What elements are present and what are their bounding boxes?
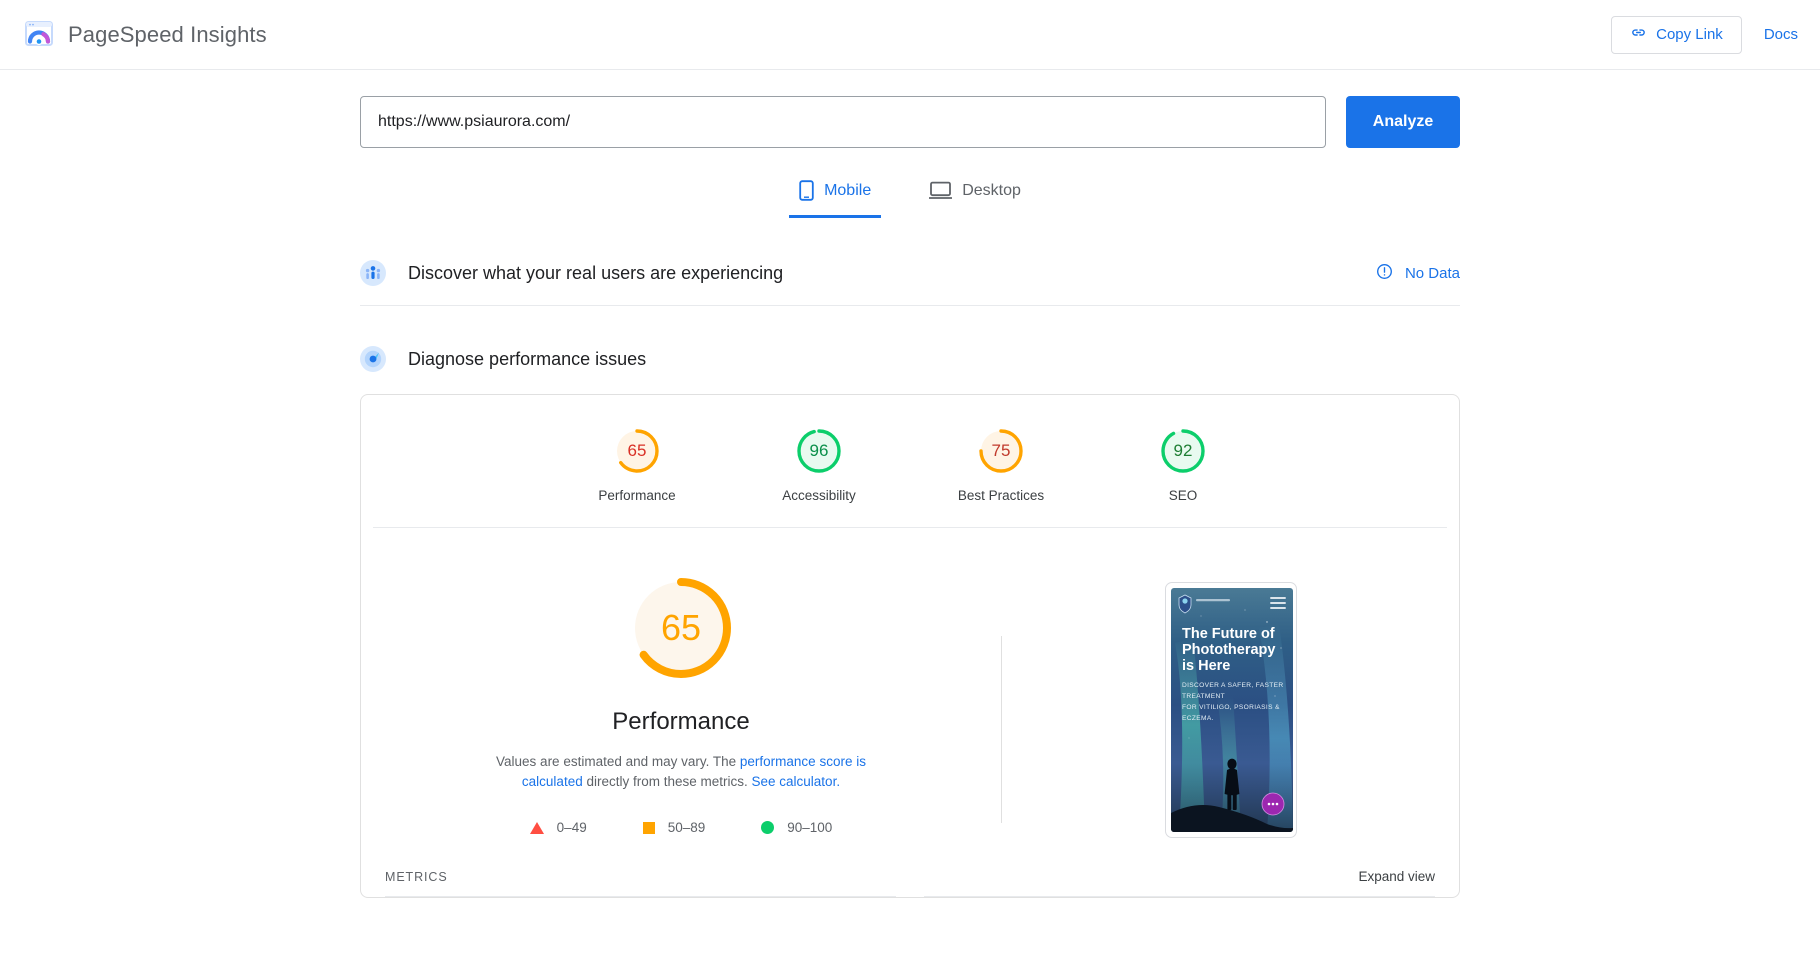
see-calculator-link[interactable]: See calculator. — [752, 774, 841, 789]
url-input[interactable] — [360, 96, 1326, 148]
metrics-header-row: METRICS Expand view — [361, 843, 1459, 896]
metrics-divider-left — [385, 896, 896, 897]
app-header: PageSpeed Insights Copy Link Docs — [0, 0, 1820, 70]
gauge-value-best-practices: 75 — [991, 441, 1011, 460]
gauge-label-performance: Performance — [598, 488, 676, 503]
performance-heading: Performance — [612, 708, 750, 735]
metrics-divider-row — [361, 896, 1459, 897]
docs-link[interactable]: Docs — [1764, 26, 1798, 43]
legend-label-poor: 0–49 — [556, 820, 587, 835]
gauge-value-accessibility: 96 — [809, 441, 829, 460]
svg-text:FOR VITILIGO, PSORIASIS &: FOR VITILIGO, PSORIASIS & — [1182, 704, 1280, 711]
content-container: Analyze Mobile — [360, 70, 1460, 898]
svg-text:TREATMENT: TREATMENT — [1182, 693, 1225, 700]
copy-link-label: Copy Link — [1656, 26, 1723, 43]
square-marker-icon — [642, 821, 655, 834]
analyze-button[interactable]: Analyze — [1346, 96, 1460, 148]
copy-link-button[interactable]: Copy Link — [1611, 15, 1742, 54]
info-circle-icon — [1376, 263, 1393, 284]
svg-text:is Here: is Here — [1182, 658, 1230, 674]
svg-text:DISCOVER A SAFER, FASTER: DISCOVER A SAFER, FASTER — [1182, 682, 1283, 689]
no-data-status[interactable]: No Data — [1376, 263, 1460, 284]
header-actions: Copy Link Docs — [1611, 15, 1798, 54]
expand-view-toggle[interactable]: Expand view — [1358, 869, 1435, 884]
tab-mobile-label: Mobile — [824, 181, 872, 199]
field-data-title: Discover what your real users are experi… — [408, 262, 784, 283]
lab-data-row: Diagnose performance issues — [360, 326, 1460, 382]
metrics-label: METRICS — [385, 869, 448, 884]
field-data-left: Discover what your real users are experi… — [360, 260, 783, 286]
app-title: PageSpeed Insights — [68, 21, 267, 47]
gauge-value-performance: 65 — [627, 441, 647, 460]
screenshot-area: The Future of Phototherapy is Here DISCO… — [1002, 572, 1459, 843]
gauge-label-seo: SEO — [1168, 488, 1198, 503]
svg-text:The Future of: The Future of — [1182, 626, 1275, 642]
page-screenshot-thumbnail: The Future of Phototherapy is Here DISCO… — [1170, 588, 1293, 832]
gauge-best-practices[interactable]: 75 Best Practices — [951, 427, 1051, 503]
results-card: 65 Performance 96 Accessibility 75 Best … — [360, 394, 1460, 898]
performance-panel: 65 Performance Values are estimated and … — [361, 528, 1459, 843]
tab-desktop[interactable]: Desktop — [919, 168, 1031, 218]
desc-text-2: directly from these metrics. — [582, 774, 752, 789]
big-performance-gauge: 65 — [625, 572, 737, 684]
gauge-accessibility[interactable]: 96 Accessibility — [769, 427, 869, 503]
svg-text:ECZEMA.: ECZEMA. — [1182, 715, 1214, 722]
score-legend: 0–49 50–89 90–100 — [529, 820, 832, 835]
url-bar-row: Analyze — [360, 70, 1460, 148]
metrics-divider-right — [924, 896, 1435, 897]
circle-marker-icon — [761, 821, 775, 834]
gauge-label-best-practices: Best Practices — [957, 488, 1045, 503]
legend-label-good: 90–100 — [787, 820, 833, 835]
real-users-icon — [360, 260, 386, 286]
legend-item-good: 90–100 — [761, 820, 832, 835]
no-data-label: No Data — [1404, 264, 1460, 282]
score-gauges: 65 Performance 96 Accessibility 75 Best … — [373, 395, 1447, 528]
screenshot-frame: The Future of Phototherapy is Here DISCO… — [1164, 582, 1297, 838]
tab-mobile[interactable]: Mobile — [789, 168, 882, 218]
gauge-ring-accessibility: 96 — [795, 427, 843, 475]
gauge-value-seo: 92 — [1173, 441, 1193, 460]
lab-data-title: Diagnose performance issues — [408, 348, 647, 369]
legend-item-poor: 0–49 — [529, 820, 587, 835]
performance-description: Values are estimated and may vary. The p… — [471, 752, 891, 792]
field-data-row: Discover what your real users are experi… — [360, 240, 1460, 306]
triangle-marker-icon — [529, 821, 544, 834]
tab-desktop-label: Desktop — [962, 181, 1021, 199]
legend-item-average: 50–89 — [642, 820, 706, 835]
diagnose-gauge-icon — [360, 346, 386, 372]
gauge-label-accessibility: Accessibility — [782, 488, 856, 503]
gauge-seo[interactable]: 92 SEO — [1133, 427, 1233, 503]
link-icon — [1630, 24, 1647, 45]
gauge-ring-best-practices: 75 — [977, 427, 1025, 475]
legend-label-average: 50–89 — [667, 820, 706, 835]
gauge-ring-seo: 92 — [1159, 427, 1207, 475]
mobile-phone-icon — [799, 180, 814, 201]
desktop-monitor-icon — [929, 181, 953, 200]
device-tabs: Mobile Desktop — [360, 168, 1460, 218]
performance-summary: 65 Performance Values are estimated and … — [361, 572, 1001, 843]
pagespeed-insights-logo-icon — [22, 20, 56, 50]
lab-data-left: Diagnose performance issues — [360, 346, 646, 372]
gauge-ring-performance: 65 — [613, 427, 661, 475]
brand: PageSpeed Insights — [22, 20, 267, 50]
svg-text:Phototherapy: Phototherapy — [1182, 642, 1275, 658]
desc-text-1: Values are estimated and may vary. The — [496, 754, 740, 769]
big-performance-score: 65 — [660, 607, 702, 648]
page-body: Analyze Mobile — [0, 70, 1820, 898]
gauge-performance[interactable]: 65 Performance — [587, 427, 687, 503]
